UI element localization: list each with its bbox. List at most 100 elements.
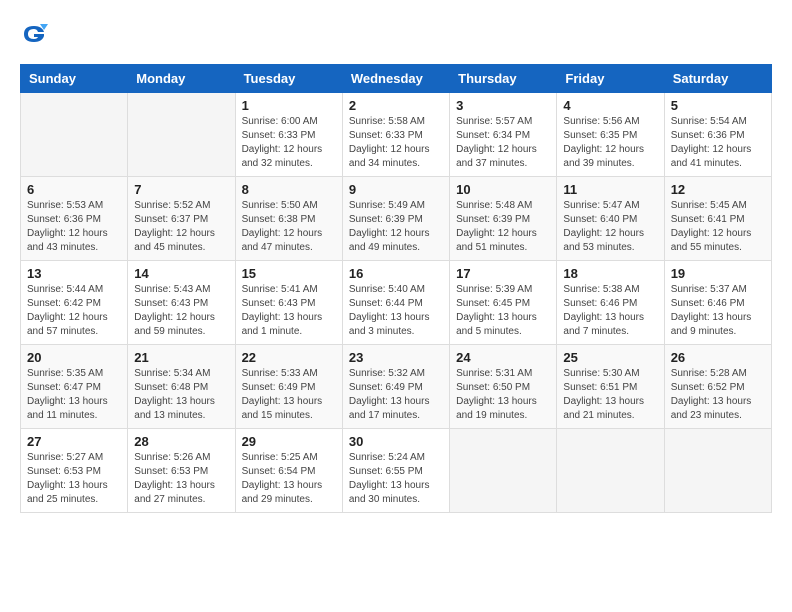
day-number: 9 [349, 182, 443, 197]
day-number: 19 [671, 266, 765, 281]
day-info: Sunrise: 6:00 AM Sunset: 6:33 PM Dayligh… [242, 115, 336, 171]
day-info: Sunrise: 5:24 AM Sunset: 6:55 PM Dayligh… [349, 451, 443, 507]
calendar-cell: 25Sunrise: 5:30 AM Sunset: 6:51 PM Dayli… [557, 345, 664, 429]
day-info: Sunrise: 5:44 AM Sunset: 6:42 PM Dayligh… [27, 283, 121, 339]
day-info: Sunrise: 5:53 AM Sunset: 6:36 PM Dayligh… [27, 199, 121, 255]
day-number: 21 [134, 350, 228, 365]
day-header-tuesday: Tuesday [235, 65, 342, 93]
day-info: Sunrise: 5:50 AM Sunset: 6:38 PM Dayligh… [242, 199, 336, 255]
day-header-wednesday: Wednesday [342, 65, 449, 93]
calendar-cell: 18Sunrise: 5:38 AM Sunset: 6:46 PM Dayli… [557, 261, 664, 345]
calendar-cell: 28 Sunrise: 5:26 AM Sunset: 6:53 PM Dayli… [128, 429, 235, 513]
day-number: 2 [349, 98, 443, 113]
day-info: Sunrise: 5:26 AM Sunset: 6:53 PM Dayligh… [134, 451, 228, 507]
calendar-cell: 7 Sunrise: 5:52 AM Sunset: 6:37 PM Daylig… [128, 177, 235, 261]
week-row-1: 1 Sunrise: 6:00 AM Sunset: 6:33 PM Daylig… [21, 93, 772, 177]
day-header-monday: Monday [128, 65, 235, 93]
calendar-cell: 17 Sunrise: 5:39 AM Sunset: 6:45 PM Dayli… [450, 261, 557, 345]
week-row-5: 27Sunrise: 5:27 AM Sunset: 6:53 PM Dayli… [21, 429, 772, 513]
day-info: Sunrise: 5:54 AM Sunset: 6:36 PM Dayligh… [671, 115, 765, 171]
calendar-cell: 10Sunrise: 5:48 AM Sunset: 6:39 PM Dayli… [450, 177, 557, 261]
day-number: 26 [671, 350, 765, 365]
day-number: 6 [27, 182, 121, 197]
day-number: 11 [563, 182, 657, 197]
calendar-cell [557, 429, 664, 513]
day-header-friday: Friday [557, 65, 664, 93]
day-number: 20 [27, 350, 121, 365]
calendar-cell: 4 Sunrise: 5:56 AM Sunset: 6:35 PM Daylig… [557, 93, 664, 177]
calendar-cell [21, 93, 128, 177]
day-info: Sunrise: 5:56 AM Sunset: 6:35 PM Dayligh… [563, 115, 657, 171]
logo [20, 20, 52, 48]
day-number: 28 [134, 434, 228, 449]
calendar-cell [664, 429, 771, 513]
day-number: 14 [134, 266, 228, 281]
calendar-cell: 6 Sunrise: 5:53 AM Sunset: 6:36 PM Daylig… [21, 177, 128, 261]
day-number: 17 [456, 266, 550, 281]
day-info: Sunrise: 5:43 AM Sunset: 6:43 PM Dayligh… [134, 283, 228, 339]
day-info: Sunrise: 5:47 AM Sunset: 6:40 PM Dayligh… [563, 199, 657, 255]
day-number: 7 [134, 182, 228, 197]
day-number: 23 [349, 350, 443, 365]
calendar: SundayMondayTuesdayWednesdayThursdayFrid… [20, 64, 772, 513]
day-info: Sunrise: 5:48 AM Sunset: 6:39 PM Dayligh… [456, 199, 550, 255]
week-row-4: 20 Sunrise: 5:35 AM Sunset: 6:47 PM Dayli… [21, 345, 772, 429]
day-number: 4 [563, 98, 657, 113]
day-header-sunday: Sunday [21, 65, 128, 93]
calendar-body: 1 Sunrise: 6:00 AM Sunset: 6:33 PM Daylig… [21, 93, 772, 513]
day-number: 12 [671, 182, 765, 197]
calendar-cell: 20 Sunrise: 5:35 AM Sunset: 6:47 PM Dayli… [21, 345, 128, 429]
calendar-cell: 11 Sunrise: 5:47 AM Sunset: 6:40 PM Dayli… [557, 177, 664, 261]
day-number: 15 [242, 266, 336, 281]
calendar-cell: 23 Sunrise: 5:32 AM Sunset: 6:49 PM Dayli… [342, 345, 449, 429]
day-info: Sunrise: 5:45 AM Sunset: 6:41 PM Dayligh… [671, 199, 765, 255]
day-info: Sunrise: 5:31 AM Sunset: 6:50 PM Dayligh… [456, 367, 550, 423]
calendar-cell: 3 Sunrise: 5:57 AM Sunset: 6:34 PM Daylig… [450, 93, 557, 177]
day-number: 13 [27, 266, 121, 281]
calendar-cell: 21 Sunrise: 5:34 AM Sunset: 6:48 PM Dayli… [128, 345, 235, 429]
day-info: Sunrise: 5:35 AM Sunset: 6:47 PM Dayligh… [27, 367, 121, 423]
day-number: 30 [349, 434, 443, 449]
calendar-header: SundayMondayTuesdayWednesdayThursdayFrid… [21, 65, 772, 93]
header-row: SundayMondayTuesdayWednesdayThursdayFrid… [21, 65, 772, 93]
week-row-3: 13 Sunrise: 5:44 AM Sunset: 6:42 PM Dayli… [21, 261, 772, 345]
page-header [20, 20, 772, 48]
day-number: 27 [27, 434, 121, 449]
day-info: Sunrise: 5:52 AM Sunset: 6:37 PM Dayligh… [134, 199, 228, 255]
calendar-cell: 8 Sunrise: 5:50 AM Sunset: 6:38 PM Daylig… [235, 177, 342, 261]
calendar-cell: 2Sunrise: 5:58 AM Sunset: 6:33 PM Daylig… [342, 93, 449, 177]
day-info: Sunrise: 5:37 AM Sunset: 6:46 PM Dayligh… [671, 283, 765, 339]
day-info: Sunrise: 5:30 AM Sunset: 6:51 PM Dayligh… [563, 367, 657, 423]
day-info: Sunrise: 5:39 AM Sunset: 6:45 PM Dayligh… [456, 283, 550, 339]
calendar-cell: 15 Sunrise: 5:41 AM Sunset: 6:43 PM Dayli… [235, 261, 342, 345]
day-number: 22 [242, 350, 336, 365]
day-info: Sunrise: 5:25 AM Sunset: 6:54 PM Dayligh… [242, 451, 336, 507]
calendar-cell: 16 Sunrise: 5:40 AM Sunset: 6:44 PM Dayli… [342, 261, 449, 345]
day-info: Sunrise: 5:33 AM Sunset: 6:49 PM Dayligh… [242, 367, 336, 423]
day-info: Sunrise: 5:32 AM Sunset: 6:49 PM Dayligh… [349, 367, 443, 423]
calendar-cell: 24 Sunrise: 5:31 AM Sunset: 6:50 PM Dayli… [450, 345, 557, 429]
calendar-cell: 12 Sunrise: 5:45 AM Sunset: 6:41 PM Dayli… [664, 177, 771, 261]
day-info: Sunrise: 5:49 AM Sunset: 6:39 PM Dayligh… [349, 199, 443, 255]
day-number: 3 [456, 98, 550, 113]
day-number: 8 [242, 182, 336, 197]
day-info: Sunrise: 5:41 AM Sunset: 6:43 PM Dayligh… [242, 283, 336, 339]
calendar-cell [128, 93, 235, 177]
calendar-cell: 13 Sunrise: 5:44 AM Sunset: 6:42 PM Dayli… [21, 261, 128, 345]
day-number: 1 [242, 98, 336, 113]
calendar-cell: 9 Sunrise: 5:49 AM Sunset: 6:39 PM Daylig… [342, 177, 449, 261]
calendar-cell: 29 Sunrise: 5:25 AM Sunset: 6:54 PM Dayli… [235, 429, 342, 513]
calendar-cell: 1 Sunrise: 6:00 AM Sunset: 6:33 PM Daylig… [235, 93, 342, 177]
day-number: 24 [456, 350, 550, 365]
day-number: 5 [671, 98, 765, 113]
day-number: 16 [349, 266, 443, 281]
day-info: Sunrise: 5:40 AM Sunset: 6:44 PM Dayligh… [349, 283, 443, 339]
day-header-thursday: Thursday [450, 65, 557, 93]
day-info: Sunrise: 5:34 AM Sunset: 6:48 PM Dayligh… [134, 367, 228, 423]
day-number: 29 [242, 434, 336, 449]
calendar-cell: 5 Sunrise: 5:54 AM Sunset: 6:36 PM Daylig… [664, 93, 771, 177]
day-number: 18 [563, 266, 657, 281]
day-info: Sunrise: 5:57 AM Sunset: 6:34 PM Dayligh… [456, 115, 550, 171]
calendar-cell: 27Sunrise: 5:27 AM Sunset: 6:53 PM Dayli… [21, 429, 128, 513]
day-header-saturday: Saturday [664, 65, 771, 93]
